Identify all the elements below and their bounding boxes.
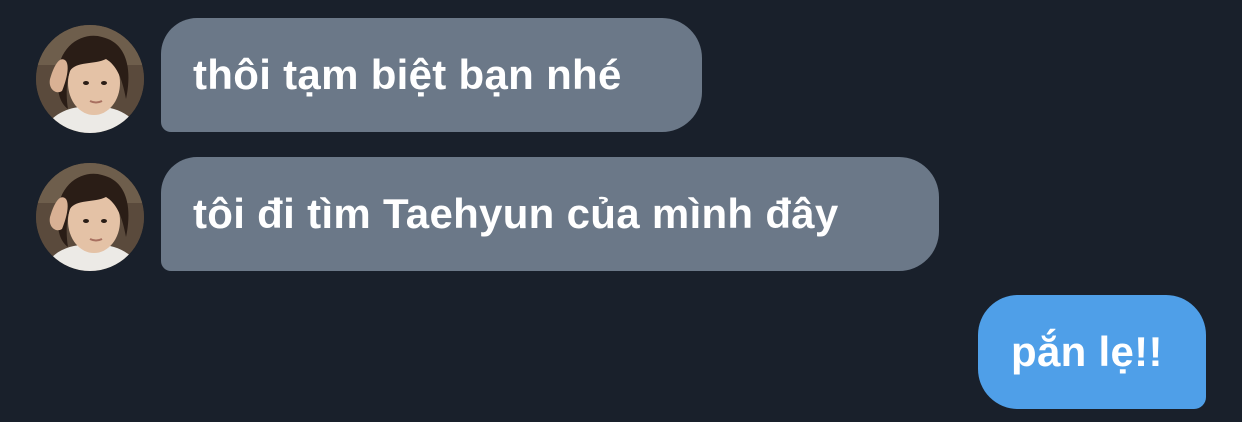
incoming-message-bubble[interactable]: thôi tạm biệt bạn nhé bbox=[161, 18, 702, 132]
contact-avatar[interactable] bbox=[36, 163, 144, 271]
message-text: thôi tạm biệt bạn nhé bbox=[193, 51, 622, 98]
message-text: pắn lẹ!! bbox=[1011, 328, 1163, 375]
message-text: tôi đi tìm Taehyun của mình đây bbox=[193, 190, 839, 237]
incoming-message-bubble[interactable]: tôi đi tìm Taehyun của mình đây bbox=[161, 157, 939, 271]
contact-avatar[interactable] bbox=[36, 25, 144, 133]
outgoing-message-bubble[interactable]: pắn lẹ!! bbox=[978, 295, 1206, 409]
chat-thread: thôi tạm biệt bạn nhé tôi đi tìm Taehyun… bbox=[0, 0, 1242, 422]
